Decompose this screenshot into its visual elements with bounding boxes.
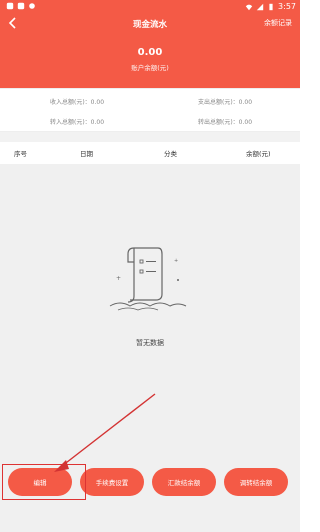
table-header: 序号 日期 分类 余额(元) xyxy=(0,142,300,165)
column-category: 分类 xyxy=(164,150,177,158)
status-time: 3:57 xyxy=(278,2,296,11)
column-date: 日期 xyxy=(80,150,93,158)
status-bar: 3:57 xyxy=(0,0,300,14)
adjust-balance-button[interactable]: 调转结余额 xyxy=(224,468,288,496)
balance-value: 0.00 xyxy=(137,47,163,58)
svg-text:+: + xyxy=(116,275,121,282)
empty-document-icon: + + xyxy=(109,247,187,311)
system-icons: 3:57 xyxy=(245,2,296,11)
transfer-in-total: 转入总额(元)：0.00 xyxy=(50,119,105,126)
empty-state-text: 暂无数据 xyxy=(136,339,164,347)
remit-balance-button[interactable]: 汇款结余额 xyxy=(152,468,216,496)
app-notification-icon xyxy=(17,2,25,10)
column-balance: 余额(元) xyxy=(246,150,271,158)
battery-icon xyxy=(269,3,273,10)
column-index: 序号 xyxy=(14,150,27,158)
notification-icons xyxy=(6,2,36,10)
signal-icon xyxy=(256,3,264,10)
fee-settings-button[interactable]: 手续费设置 xyxy=(80,468,144,496)
app-header: 现金流水 余额记录 0.00 账户余额(元) xyxy=(0,14,300,88)
bottom-toolbar: 编辑 手续费设置 汇款结余额 调转结余额 xyxy=(0,454,300,532)
highlight-box xyxy=(2,464,86,500)
stats-panel: 收入总额(元)：0.00 支出总额(元)：0.00 转入总额(元)：0.00 转… xyxy=(0,88,300,132)
section-divider xyxy=(0,132,300,142)
page-title: 现金流水 xyxy=(132,20,167,30)
app-notification-icon xyxy=(6,2,14,10)
income-total: 收入总额(元)：0.00 xyxy=(50,99,105,106)
transfer-out-total: 转出总额(元)：0.00 xyxy=(198,119,253,126)
balance-records-link[interactable]: 余额记录 xyxy=(264,18,292,28)
app-notification-icon xyxy=(29,3,35,9)
balance-label: 账户余额(元) xyxy=(131,64,169,72)
expense-total: 支出总额(元)：0.00 xyxy=(198,99,253,106)
table-body: + + 暂无数据 xyxy=(0,164,300,454)
svg-text:+: + xyxy=(174,258,178,264)
wifi-icon xyxy=(245,4,253,10)
